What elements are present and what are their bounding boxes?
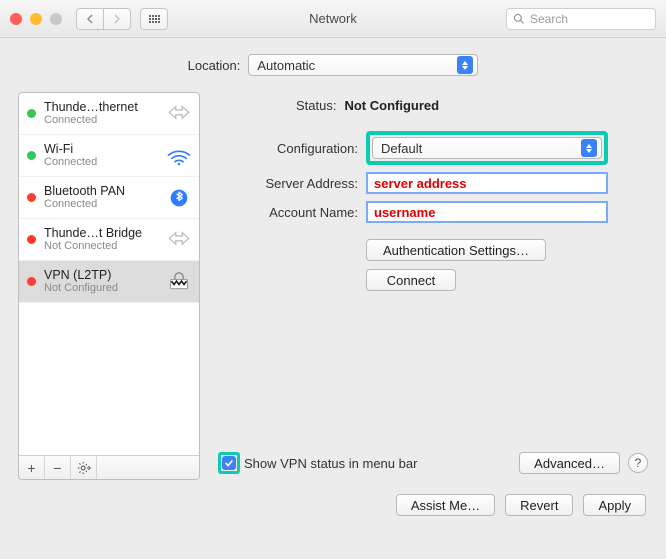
sidebar-footer: + − [19,455,199,479]
ethernet-icon [165,104,193,124]
sidebar-item-vpn[interactable]: VPN (L2TP) Not Configured [19,261,199,303]
nav-buttons [76,8,130,30]
grid-icon [149,15,160,23]
status-value: Not Configured [344,98,439,113]
service-name: Bluetooth PAN [44,184,165,198]
auth-settings-button[interactable]: Authentication Settings… [366,239,546,261]
status-dot-icon [27,235,36,244]
search-input[interactable]: Search [506,8,656,30]
account-name-input[interactable]: username [366,201,608,223]
account-name-label: Account Name: [218,205,358,220]
remove-service-button[interactable]: − [45,456,71,479]
service-options-button[interactable] [71,456,97,479]
service-status: Not Connected [44,240,165,253]
wifi-icon [165,146,193,166]
status-label: Status: [296,98,336,113]
location-dropdown[interactable]: Automatic [248,54,478,76]
sidebar-item-bluetooth-pan[interactable]: Bluetooth PAN Connected [19,177,199,219]
sidebar-item-thunderbolt-bridge[interactable]: Thunde…t Bridge Not Connected [19,219,199,261]
location-row: Location: Automatic [18,54,648,76]
zoom-icon[interactable] [50,13,62,25]
search-icon [513,13,525,25]
close-icon[interactable] [10,13,22,25]
apply-button[interactable]: Apply [583,494,646,516]
detail-panel: Status: Not Configured Configuration: De… [218,92,648,480]
show-all-button[interactable] [140,8,168,30]
back-button[interactable] [76,8,104,30]
show-vpn-status-checkbox[interactable] [222,456,236,470]
location-value: Automatic [257,58,315,73]
gear-icon [77,461,91,475]
window-controls [10,13,62,25]
status-dot-icon [27,151,36,160]
location-label: Location: [188,58,241,73]
advanced-button[interactable]: Advanced… [519,452,620,474]
search-placeholder: Search [530,12,568,26]
bluetooth-icon [165,188,193,208]
show-vpn-status-label: Show VPN status in menu bar [244,456,417,471]
connect-button[interactable]: Connect [366,269,456,291]
revert-button[interactable]: Revert [505,494,573,516]
service-status: Connected [44,198,165,211]
service-status: Not Configured [44,282,165,295]
service-name: Thunde…thernet [44,100,165,114]
service-name: VPN (L2TP) [44,268,165,282]
configuration-highlight: Default [366,131,608,165]
service-status: Connected [44,114,165,127]
configuration-label: Configuration: [218,141,358,156]
service-name: Wi-Fi [44,142,165,156]
forward-button[interactable] [103,8,131,30]
ethernet-icon [165,230,193,250]
sidebar-item-wifi[interactable]: Wi-Fi Connected [19,135,199,177]
sidebar-item-thunderbolt-ethernet[interactable]: Thunde…thernet Connected [19,93,199,135]
configuration-value: Default [381,141,422,156]
chevron-updown-icon [581,139,597,157]
action-row: Assist Me… Revert Apply [18,494,648,516]
status-dot-icon [27,277,36,286]
status-dot-icon [27,109,36,118]
server-address-input[interactable]: server address [366,172,608,194]
minimize-icon[interactable] [30,13,42,25]
server-address-label: Server Address: [218,176,358,191]
chevron-updown-icon [457,56,473,74]
service-name: Thunde…t Bridge [44,226,165,240]
service-sidebar: Thunde…thernet Connected Wi-Fi Connected [18,92,200,480]
status-dot-icon [27,193,36,202]
assist-me-button[interactable]: Assist Me… [396,494,495,516]
vpn-icon [165,272,193,292]
service-status: Connected [44,156,165,169]
help-button[interactable]: ? [628,453,648,473]
checkbox-highlight [218,452,240,474]
add-service-button[interactable]: + [19,456,45,479]
configuration-dropdown[interactable]: Default [372,137,602,159]
titlebar: Network Search [0,0,666,38]
account-name-value: username [374,205,435,220]
server-address-value: server address [374,176,467,191]
